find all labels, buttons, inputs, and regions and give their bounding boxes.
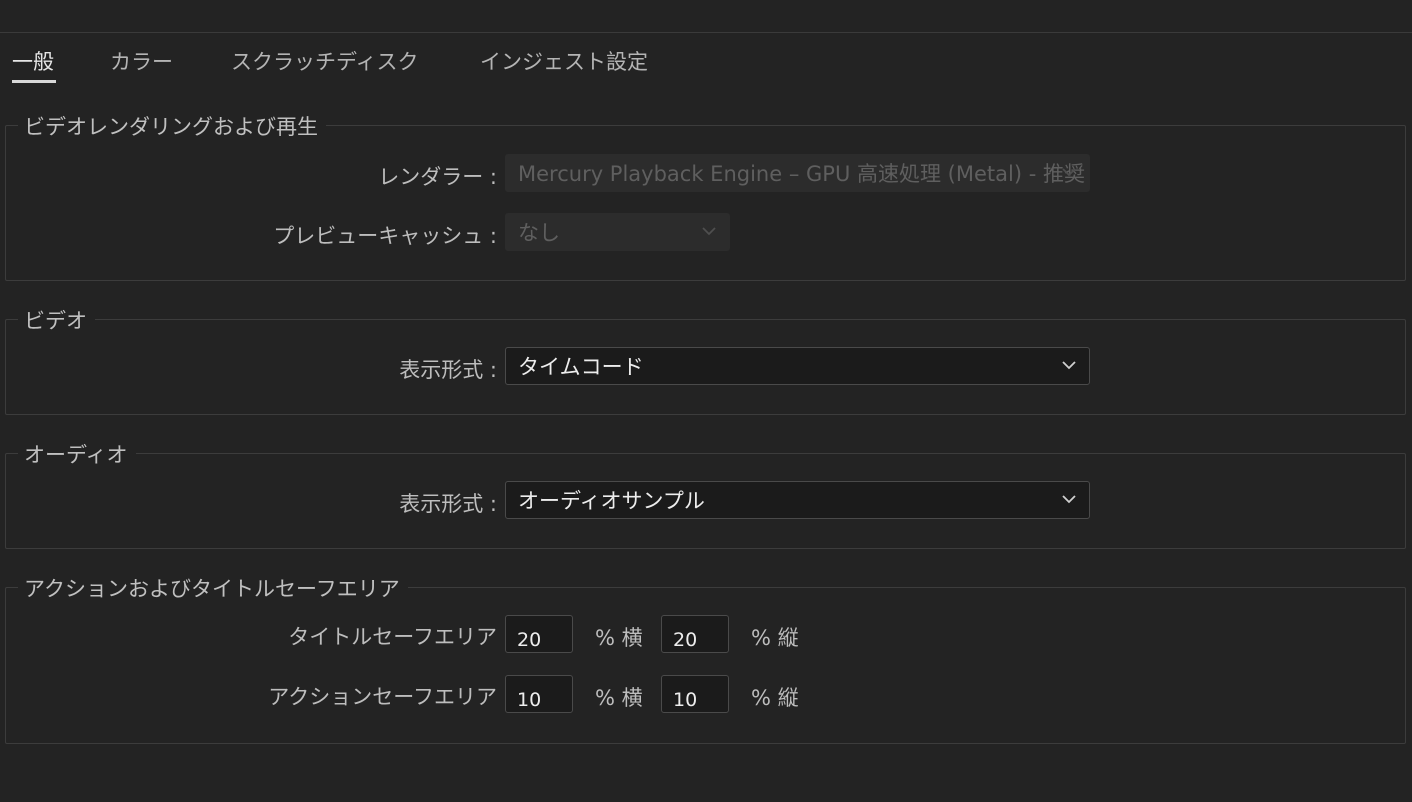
title-safe-vertical-input[interactable] — [661, 615, 729, 653]
preview-cache-select: なし — [505, 213, 730, 251]
tab-scratch-disks[interactable]: スクラッチディスク — [231, 46, 419, 76]
audio-group: オーディオ 表示形式 : オーディオサンプル — [5, 439, 1406, 549]
action-safe-vertical-unit: % 縦 — [751, 686, 799, 710]
tab-general[interactable]: 一般 — [12, 46, 54, 76]
audio-display-format-label: 表示形式 : — [399, 492, 497, 516]
chevron-down-icon — [701, 226, 717, 236]
action-safe-horizontal-input[interactable] — [505, 675, 573, 713]
chevron-down-icon — [1061, 494, 1077, 504]
action-safe-vertical-input[interactable] — [661, 675, 729, 713]
video-display-format-select[interactable]: タイムコード — [505, 347, 1090, 385]
title-safe-label: タイトルセーフエリア — [288, 625, 497, 649]
renderer-value: Mercury Playback Engine – GPU 高速処理 (Meta… — [518, 162, 1085, 186]
active-tab-indicator — [12, 80, 56, 83]
title-safe-horizontal-input[interactable] — [505, 615, 573, 653]
top-divider — [0, 32, 1412, 33]
audio-display-format-value: オーディオサンプル — [518, 489, 705, 513]
video-display-format-value: タイムコード — [518, 355, 644, 379]
tab-color[interactable]: カラー — [110, 46, 173, 76]
video-group: ビデオ 表示形式 : タイムコード — [5, 305, 1406, 415]
tab-bar: 一般 カラー スクラッチディスク インジェスト設定 — [0, 46, 1412, 86]
chevron-down-icon — [1061, 360, 1077, 370]
chevron-down-icon — [1061, 167, 1077, 177]
renderer-label: レンダラー : — [378, 165, 497, 189]
video-group-title: ビデオ — [18, 305, 95, 335]
preview-cache-label: プレビューキャッシュ : — [273, 224, 497, 248]
safe-area-group: アクションおよびタイトルセーフエリア タイトルセーフエリア % 横 % 縦 アク… — [5, 573, 1406, 744]
action-safe-horizontal-unit: % 横 — [595, 686, 643, 710]
rendering-group: ビデオレンダリングおよび再生 レンダラー : Mercury Playback … — [5, 111, 1406, 281]
title-safe-vertical-unit: % 縦 — [751, 626, 799, 650]
tab-ingest-settings[interactable]: インジェスト設定 — [480, 46, 648, 76]
title-safe-horizontal-unit: % 横 — [595, 626, 643, 650]
action-safe-label: アクションセーフエリア — [268, 685, 497, 709]
video-display-format-label: 表示形式 : — [399, 358, 497, 382]
renderer-select: Mercury Playback Engine – GPU 高速処理 (Meta… — [505, 154, 1090, 192]
audio-display-format-select[interactable]: オーディオサンプル — [505, 481, 1090, 519]
audio-group-title: オーディオ — [18, 439, 136, 469]
safe-area-group-title: アクションおよびタイトルセーフエリア — [18, 573, 408, 603]
preview-cache-value: なし — [518, 221, 560, 245]
rendering-group-title: ビデオレンダリングおよび再生 — [18, 111, 326, 141]
